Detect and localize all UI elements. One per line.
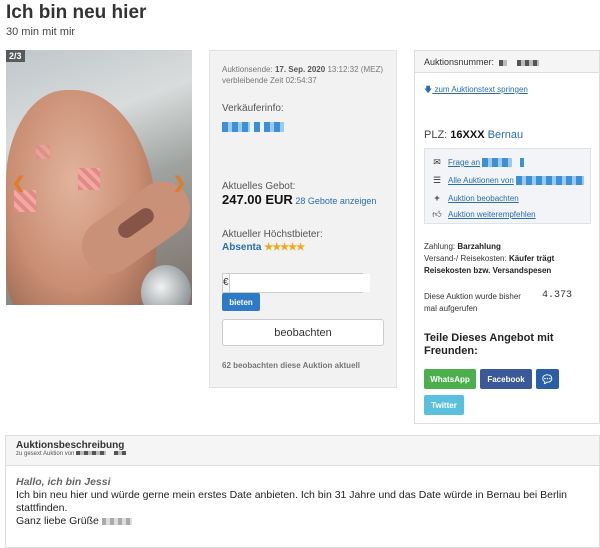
twitter-share-button[interactable]: Twitter [424,395,464,415]
current-bid-label: Aktuelles Gebot: [222,181,296,192]
auction-number-header: Auktionsnummer: [415,51,599,73]
all-auctions-link[interactable]: ☰ Alle Auktionen von [431,175,584,186]
remaining-time: 02:54:37 [285,76,317,85]
auction-end-date: 17. Sep. 2020 [274,65,326,74]
watchers-note: 62 beobachten diese Auktion aktuell [222,361,360,370]
chevron-right-icon[interactable]: ❯ [173,173,186,193]
seller-label: Verkäuferinfo: [222,103,284,114]
bids-count[interactable]: 28 [295,196,305,206]
description-title: Auktionsbeschreibung [16,440,125,451]
auction-number-label: Auktionsnummer: [424,57,495,67]
page-title: Ich bin neu hier [6,2,147,23]
bid-panel: Auktionsende: 17. Sep. 2020 13:12:32 (ME… [209,50,397,388]
chevron-left-icon[interactable]: ❮ [12,173,25,193]
highest-bidder[interactable]: Absenta ★★★★★ [222,242,305,253]
envelope-icon: ✉ [433,157,441,167]
bid-input-group: € [222,273,370,293]
auction-photo[interactable]: 2/3 ❮ ❯ [6,50,192,305]
description-greeting: Hallo, ich bin Jessi [16,476,111,488]
watch-auction-link[interactable]: + Auktion beobachten [431,193,518,203]
ask-seller-link[interactable]: ✉ Frage an [431,157,525,168]
payment-shipping-info: Zahlung: Barzahlung Versand-/ Reisekoste… [424,242,555,275]
chat-icon[interactable]: 💬︎ [536,369,559,389]
thumbs-up-icon: 👍︎ [432,209,442,219]
seller-actions: ✉ Frage an ☰ Alle Auktionen von + Auktio… [424,148,591,224]
description-text: Ich bin neu hier und würde gerne mein er… [16,489,568,514]
highest-bidder-name[interactable]: Absenta [222,242,261,253]
facebook-share-button[interactable]: Facebook [480,369,532,389]
postal-code-value: 16XXX [450,129,485,141]
list-icon: ☰ [432,175,442,185]
payment-value: Barzahlung [457,242,501,251]
recommend-auction-link[interactable]: 👍︎ Auktion weiterempfehlen [431,209,535,220]
auction-description: Auktionsbeschreibung zu gesext Auktion v… [5,435,600,548]
bid-button[interactable]: bieten [222,293,260,311]
arrow-down-icon: 🡇 [424,85,433,94]
current-bid: 247.00 EUR 28 Gebote anzeigen [222,193,392,208]
postal-city[interactable]: Bernau [488,129,523,141]
rating-stars-icon: ★★★★★ [264,242,305,253]
description-body: Hallo, ich bin Jessi Ich bin neu hier un… [6,466,599,528]
description-header: Auktionsbeschreibung zu gesext Auktion v… [6,436,599,466]
censor-pixelation [78,168,100,190]
seller-name-censored[interactable] [222,119,284,137]
views-count: 4.373 [542,290,573,301]
current-bid-value: 247.00 EUR [222,192,293,207]
censor-pixelation [14,190,36,212]
whatsapp-share-button[interactable]: WhatsApp [424,369,476,389]
page-subtitle: 30 min mit mir [6,26,76,38]
highest-bidder-label: Aktueller Höchstbieter: [222,229,323,240]
description-subtitle: zu gesext Auktion von [16,451,599,457]
description-closing: Ganz liebe Grüße [16,515,599,528]
views-text: Diese Auktion wurde bisher mal aufgerufe… [424,292,521,313]
censor-pixelation [36,145,50,159]
share-title: Teile Dieses Angebot mit Freunden: [424,332,554,357]
bid-amount-input[interactable] [229,274,370,292]
auction-info-panel: Auktionsnummer: 🡇 zum Auktionstext sprin… [414,50,600,424]
bids-link[interactable]: Gebote anzeigen [308,196,377,206]
watch-button[interactable]: beobachten [222,319,384,346]
jump-to-description-link[interactable]: 🡇 zum Auktionstext springen [424,84,528,98]
plus-icon: + [434,193,440,203]
auction-end-time: 13:12:32 (MEZ) [327,65,384,74]
auction-end-info: Auktionsende: 17. Sep. 2020 13:12:32 (ME… [222,65,384,85]
postal-code: PLZ: 16XXX Bernau [424,129,524,141]
photo-counter: 2/3 [6,50,25,62]
